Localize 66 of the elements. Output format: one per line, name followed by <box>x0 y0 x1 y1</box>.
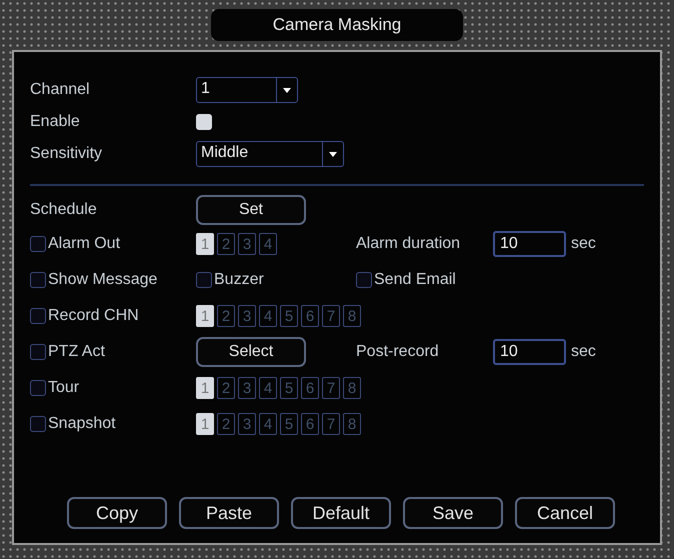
channel-toggle[interactable]: 3 <box>238 305 256 327</box>
channel-toggle[interactable]: 3 <box>238 413 256 435</box>
channel-toggle[interactable]: 1 <box>196 377 214 399</box>
checkbox-label: Snapshot <box>48 415 116 433</box>
action-button[interactable]: Cancel <box>515 497 615 529</box>
channel-toggle[interactable]: 7 <box>322 305 340 327</box>
checkbox-label: Buzzer <box>214 271 264 289</box>
checkbox-label: PTZ Act <box>48 343 105 361</box>
channel-toggle[interactable]: 1 <box>196 305 214 327</box>
field-label: Post-record <box>356 343 440 361</box>
checkbox-label: Alarm Out <box>48 235 120 253</box>
channel-toggle[interactable]: 3 <box>238 377 256 399</box>
window-title: Camera Masking <box>211 9 463 41</box>
channel-toggle[interactable]: 6 <box>301 377 319 399</box>
channel-toggle[interactable]: 2 <box>217 233 235 255</box>
channel-toggle[interactable]: 2 <box>217 305 235 327</box>
field-label: Alarm duration <box>356 235 462 253</box>
channel-toggle[interactable]: 7 <box>322 377 340 399</box>
field-label: Channel <box>30 81 91 99</box>
dropdown[interactable]: 1 <box>196 77 298 103</box>
channel-toggle[interactable]: 7 <box>322 413 340 435</box>
dropdown[interactable]: Middle <box>196 141 344 167</box>
caret-icon <box>329 152 337 156</box>
checkbox-label: Show Message <box>48 271 158 289</box>
number-field[interactable]: 10 <box>493 339 566 365</box>
channel-toggle[interactable]: 6 <box>301 413 319 435</box>
checkbox[interactable] <box>30 380 46 396</box>
action-button[interactable]: Save <box>403 497 503 529</box>
channel-toggle[interactable]: 2 <box>217 413 235 435</box>
channel-toggle[interactable]: 8 <box>343 413 361 435</box>
unit-label: sec <box>571 343 596 361</box>
checkbox[interactable] <box>30 272 46 288</box>
checkbox[interactable] <box>196 272 212 288</box>
unit-label: sec <box>571 235 596 253</box>
channel-toggle[interactable]: 4 <box>259 413 277 435</box>
channel-toggle[interactable]: 4 <box>259 233 277 255</box>
number-field[interactable]: 10 <box>493 231 566 257</box>
action-button[interactable]: Default <box>291 497 391 529</box>
checkbox[interactable] <box>30 416 46 432</box>
channel-toggle[interactable]: 5 <box>280 377 298 399</box>
set-button[interactable]: Set <box>196 195 306 225</box>
field-label: Enable <box>30 113 81 131</box>
channel-toggle[interactable]: 4 <box>259 305 277 327</box>
checkbox-label: Send Email <box>374 271 456 289</box>
field-label: Sensitivity <box>30 145 104 163</box>
action-button[interactable]: Paste <box>179 497 279 529</box>
channel-toggle[interactable]: 2 <box>217 377 235 399</box>
field-label: Schedule <box>30 201 98 219</box>
select-button[interactable]: Select <box>196 337 306 367</box>
channel-toggle[interactable]: 3 <box>238 233 256 255</box>
caret-icon <box>283 88 291 92</box>
channel-toggle[interactable]: 4 <box>259 377 277 399</box>
checkbox-label: Record CHN <box>48 307 139 325</box>
checkbox[interactable] <box>30 344 46 360</box>
checkbox[interactable] <box>356 272 372 288</box>
channel-toggle[interactable]: 5 <box>280 305 298 327</box>
action-button[interactable]: Copy <box>67 497 167 529</box>
checkbox[interactable] <box>30 308 46 324</box>
channel-toggle[interactable]: 6 <box>301 305 319 327</box>
channel-toggle[interactable]: 5 <box>280 413 298 435</box>
channel-toggle[interactable]: 1 <box>196 413 214 435</box>
checkbox[interactable] <box>30 236 46 252</box>
channel-toggle[interactable]: 8 <box>343 305 361 327</box>
checkbox-label: Tour <box>48 379 80 397</box>
channel-toggle[interactable]: 8 <box>343 377 361 399</box>
channel-toggle[interactable]: 1 <box>196 233 214 255</box>
